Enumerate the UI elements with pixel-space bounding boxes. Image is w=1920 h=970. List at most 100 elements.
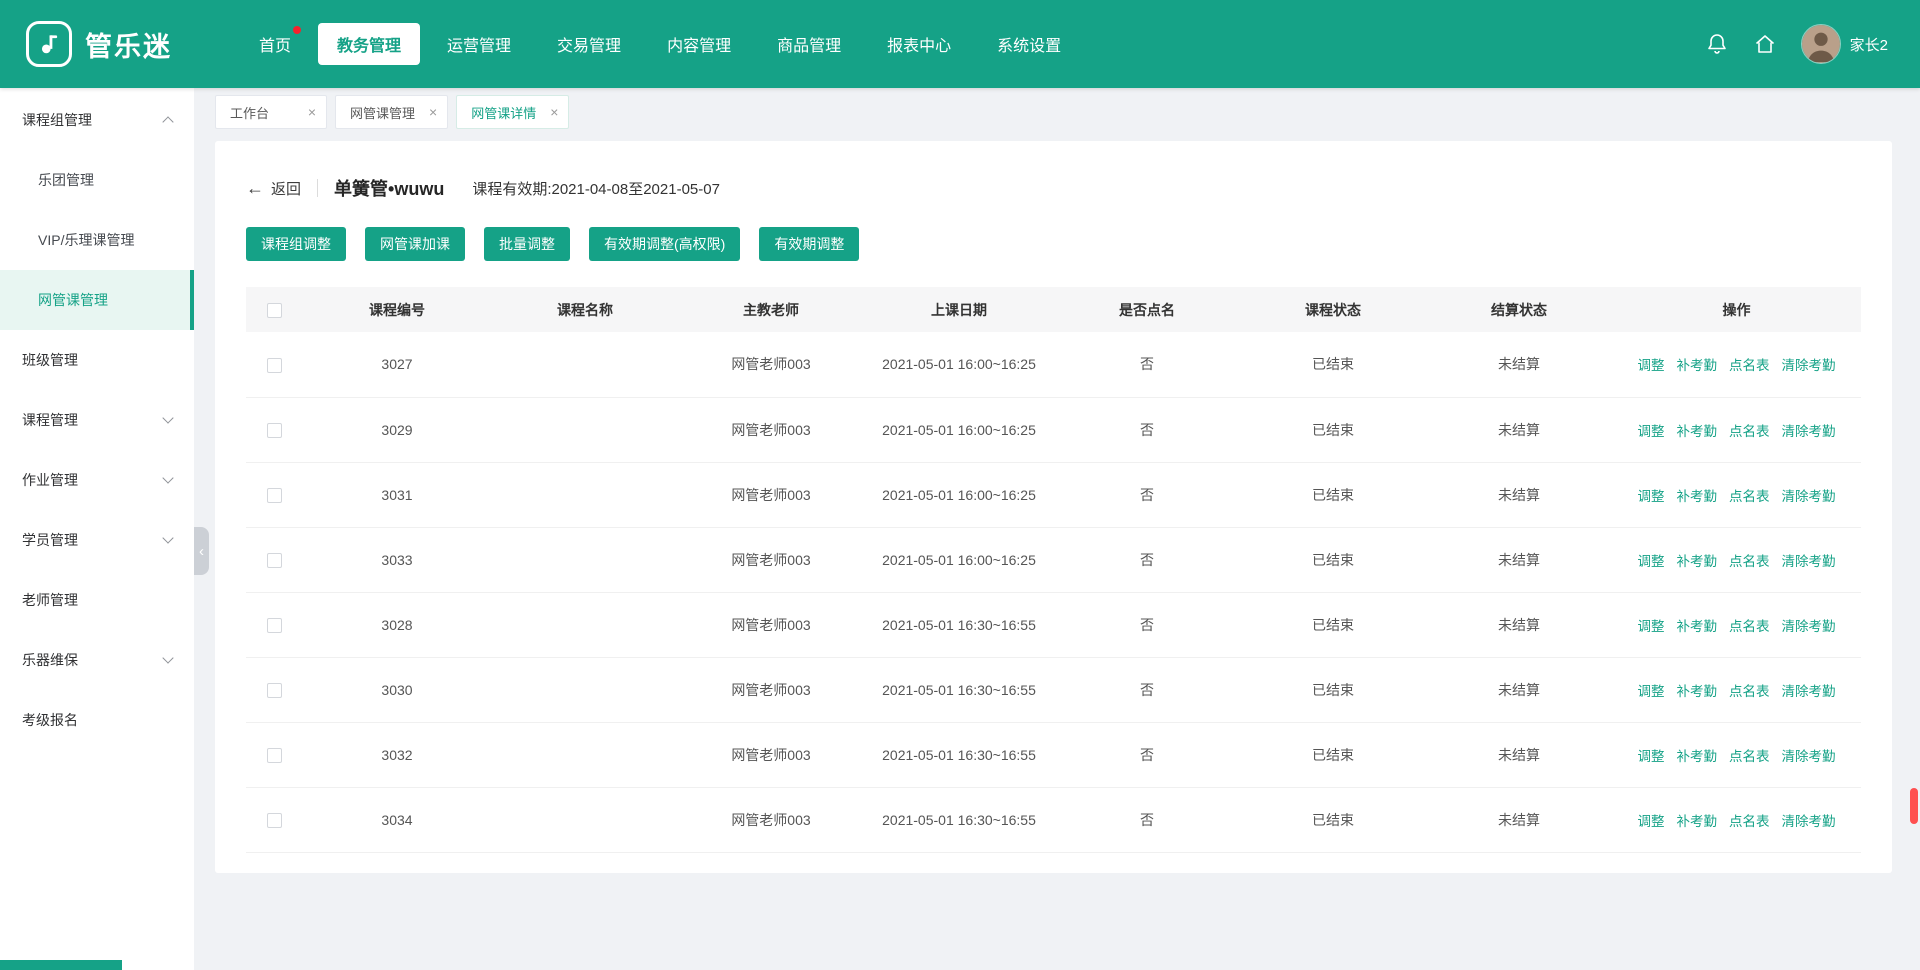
close-icon[interactable]: × <box>308 105 316 119</box>
sidebar-item-10[interactable]: 考级报名 <box>0 690 194 750</box>
action-button-2[interactable]: 批量调整 <box>484 227 570 261</box>
brand[interactable]: 管乐迷 <box>0 21 240 67</box>
action-link-3[interactable]: 清除考勤 <box>1782 489 1836 504</box>
action-link-2[interactable]: 点名表 <box>1729 358 1770 373</box>
nav-item-0[interactable]: 首页 <box>240 23 310 65</box>
back-button[interactable]: ← 返回 <box>246 178 301 199</box>
row-checkbox[interactable] <box>267 618 282 633</box>
action-link-3[interactable]: 清除考勤 <box>1782 424 1836 439</box>
action-link-2[interactable]: 点名表 <box>1729 814 1770 829</box>
sidebar-item-6[interactable]: 作业管理 <box>0 450 194 510</box>
action-link-0[interactable]: 调整 <box>1638 424 1665 439</box>
sidebar-item-4[interactable]: 班级管理 <box>0 330 194 390</box>
sidebar-item-3[interactable]: 网管课管理 <box>0 270 194 330</box>
nav-item-2[interactable]: 运营管理 <box>428 23 530 65</box>
action-link-2[interactable]: 点名表 <box>1729 554 1770 569</box>
row-checkbox[interactable] <box>267 683 282 698</box>
cell-status: 已结束 <box>1240 657 1426 722</box>
action-link-1[interactable]: 补考勤 <box>1677 424 1718 439</box>
action-link-3[interactable]: 清除考勤 <box>1782 749 1836 764</box>
action-link-1[interactable]: 补考勤 <box>1677 489 1718 504</box>
action-link-0[interactable]: 调整 <box>1638 554 1665 569</box>
action-link-3[interactable]: 清除考勤 <box>1782 554 1836 569</box>
action-link-1[interactable]: 补考勤 <box>1677 684 1718 699</box>
action-link-0[interactable]: 调整 <box>1638 358 1665 373</box>
nav-item-3[interactable]: 交易管理 <box>538 23 640 65</box>
detail-header: ← 返回 单簧管•wuwu 课程有效期:2021-04-08至2021-05-0… <box>246 175 1861 201</box>
sidebar-item-label: 乐团管理 <box>38 170 94 190</box>
home-icon[interactable] <box>1753 32 1777 56</box>
action-link-1[interactable]: 补考勤 <box>1677 814 1718 829</box>
cell-teacher: 网管老师003 <box>678 787 864 852</box>
close-icon[interactable]: × <box>429 105 437 119</box>
sidebar: 课程组管理乐团管理 VIP/乐理课管理网管课管理班级管理课程管理作业管理学员管理老… <box>0 88 194 970</box>
action-link-3[interactable]: 清除考勤 <box>1782 684 1836 699</box>
sidebar-collapse-handle[interactable]: ‹ <box>194 527 209 575</box>
tab-0[interactable]: 工作台× <box>215 95 327 129</box>
nav-item-4[interactable]: 内容管理 <box>648 23 750 65</box>
row-checkbox[interactable] <box>267 423 282 438</box>
cell-teacher: 网管老师003 <box>678 592 864 657</box>
nav-item-7[interactable]: 系统设置 <box>978 23 1080 65</box>
nav-item-label: 内容管理 <box>667 38 731 55</box>
action-link-1[interactable]: 补考勤 <box>1677 554 1718 569</box>
sidebar-item-2[interactable]: VIP/乐理课管理 <box>0 210 194 270</box>
close-icon[interactable]: × <box>550 105 558 119</box>
action-link-1[interactable]: 补考勤 <box>1677 749 1718 764</box>
action-button-4[interactable]: 有效期调整 <box>759 227 859 261</box>
action-link-0[interactable]: 调整 <box>1638 814 1665 829</box>
row-checkbox[interactable] <box>267 358 282 373</box>
chevron-up-icon <box>162 116 173 127</box>
row-checkbox[interactable] <box>267 488 282 503</box>
action-link-2[interactable]: 点名表 <box>1729 619 1770 634</box>
sidebar-item-label: 老师管理 <box>22 590 78 610</box>
cell-status: 已结束 <box>1240 462 1426 527</box>
action-button-3[interactable]: 有效期调整(高权限) <box>589 227 740 261</box>
sidebar-item-5[interactable]: 课程管理 <box>0 390 194 450</box>
user-menu[interactable]: 家长2 <box>1801 24 1888 64</box>
sidebar-item-9[interactable]: 乐器维保 <box>0 630 194 690</box>
action-link-2[interactable]: 点名表 <box>1729 424 1770 439</box>
table-row: 3030网管老师0032021-05-01 16:30~16:55否已结束未结算… <box>246 657 1861 722</box>
tab-2[interactable]: 网管课详情× <box>456 95 569 129</box>
cell-teacher: 网管老师003 <box>678 722 864 787</box>
nav-item-6[interactable]: 报表中心 <box>868 23 970 65</box>
cell-settlement: 未结算 <box>1426 462 1612 527</box>
row-checkbox[interactable] <box>267 553 282 568</box>
action-button-1[interactable]: 网管课加课 <box>365 227 465 261</box>
sidebar-item-label: 课程管理 <box>22 410 78 430</box>
column-header-4: 是否点名 <box>1054 287 1240 332</box>
action-button-0[interactable]: 课程组调整 <box>246 227 346 261</box>
sidebar-item-0[interactable]: 课程组管理 <box>0 90 194 150</box>
action-link-0[interactable]: 调整 <box>1638 619 1665 634</box>
action-link-2[interactable]: 点名表 <box>1729 684 1770 699</box>
sidebar-item-1[interactable]: 乐团管理 <box>0 150 194 210</box>
action-link-2[interactable]: 点名表 <box>1729 749 1770 764</box>
action-link-0[interactable]: 调整 <box>1638 684 1665 699</box>
tab-1[interactable]: 网管课管理× <box>335 95 448 129</box>
action-link-1[interactable]: 补考勤 <box>1677 619 1718 634</box>
cell-date: 2021-05-01 16:00~16:25 <box>864 462 1054 527</box>
action-link-3[interactable]: 清除考勤 <box>1782 358 1836 373</box>
sidebar-item-7[interactable]: 学员管理 <box>0 510 194 570</box>
row-checkbox[interactable] <box>267 813 282 828</box>
action-link-0[interactable]: 调整 <box>1638 489 1665 504</box>
action-link-3[interactable]: 清除考勤 <box>1782 814 1836 829</box>
cell-status: 已结束 <box>1240 332 1426 397</box>
select-all-checkbox[interactable] <box>267 303 282 318</box>
row-actions: 调整补考勤点名表清除考勤 <box>1612 462 1861 527</box>
sidebar-item-8[interactable]: 老师管理 <box>0 570 194 630</box>
cell-name <box>492 462 678 527</box>
action-link-0[interactable]: 调整 <box>1638 749 1665 764</box>
cell-settlement: 未结算 <box>1426 592 1612 657</box>
nav-item-label: 报表中心 <box>887 38 951 55</box>
action-link-2[interactable]: 点名表 <box>1729 489 1770 504</box>
username: 家长2 <box>1850 34 1888 55</box>
action-link-3[interactable]: 清除考勤 <box>1782 619 1836 634</box>
bell-icon[interactable] <box>1705 32 1729 56</box>
action-link-1[interactable]: 补考勤 <box>1677 358 1718 373</box>
row-checkbox[interactable] <box>267 748 282 763</box>
nav-item-5[interactable]: 商品管理 <box>758 23 860 65</box>
scrollbar-thumb[interactable] <box>1910 788 1918 824</box>
nav-item-1[interactable]: 教务管理 <box>318 23 420 65</box>
